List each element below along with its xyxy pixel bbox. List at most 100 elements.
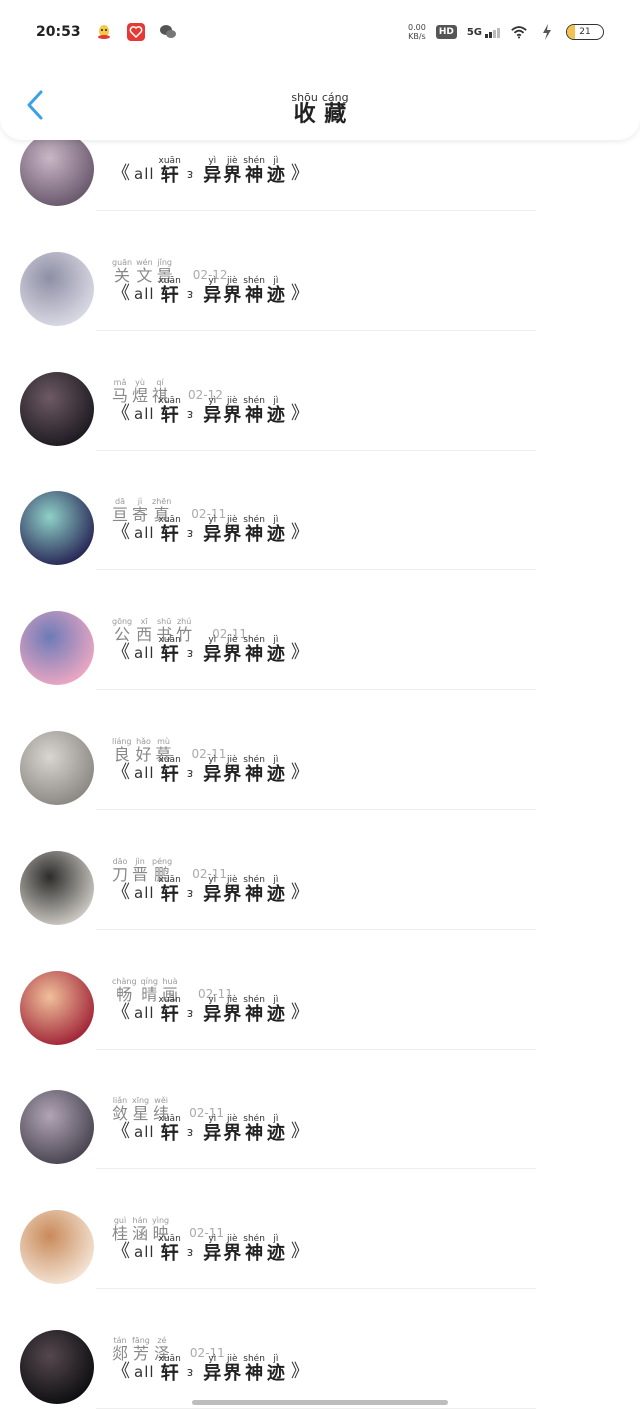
- favorite-item[interactable]: gōng 公 xī 西 shū 书 zhú 竹 02-11 《 all xuān 轩 ᴈ yì 异 jiè 界 sh…: [0, 569, 640, 691]
- book-title-char: yì 异: [203, 875, 221, 904]
- book-title-char: xuān 轩: [159, 875, 181, 904]
- hanzi-character: 轩: [160, 1363, 179, 1384]
- book-title-separator: ᴈ: [186, 1365, 194, 1379]
- favorite-item[interactable]: guān 关 wén 文 jǐng 景 02-12 《 all xuān 轩 ᴈ yì 异 jiè 界 shén…: [0, 210, 640, 331]
- book-title[interactable]: 《 all xuān 轩 ᴈ yì 异 jiè 界 shén 神 jì 迹》: [112, 1234, 309, 1263]
- book-title-separator: ᴈ: [186, 406, 194, 421]
- book-title-char: yì 异: [203, 755, 221, 784]
- book-title-latin: all: [134, 883, 155, 902]
- hanzi-character: 神: [245, 165, 264, 186]
- book-bracket-close: 》: [290, 282, 309, 304]
- hanzi-character: 迹: [266, 1243, 285, 1265]
- hanzi-character: 神: [245, 284, 264, 306]
- book-title-separator: ᴈ: [186, 646, 194, 661]
- avatar[interactable]: [20, 731, 94, 805]
- page-title: shōu 收 cáng 藏: [291, 92, 348, 126]
- book-title-separator: ᴈ: [186, 766, 194, 780]
- book-title-char: jiè 界: [223, 515, 241, 544]
- avatar[interactable]: [20, 251, 94, 326]
- hanzi-character: 轩: [160, 644, 179, 666]
- avatar[interactable]: [20, 132, 94, 206]
- book-bracket-open: 《: [112, 1241, 130, 1263]
- book-title[interactable]: 《 all xuān 轩 ᴈ yì 异 jiè 界 shén 神 jì 迹》: [112, 276, 309, 305]
- favorite-item[interactable]: mǎ 马 yù 煜 qí 祺 02-12 《 all xuān 轩 ᴈ yì 异 jiè 界 shén 神 jì 迹》: [0, 330, 640, 451]
- favorite-item[interactable]: dā 亘 jì 寄 zhēn 真 02-11 《 all xuān 轩 ᴈ yì 异 jiè 界 shén 神 jì…: [0, 449, 640, 571]
- status-bar: 20:53 0.00 KB/s HD 5G 21: [0, 0, 640, 64]
- book-title-latin: all: [134, 404, 155, 423]
- avatar[interactable]: [20, 1330, 94, 1404]
- book-title-char: shén 神: [243, 156, 265, 185]
- favorite-item[interactable]: dāo 刀 jìn 晋 péng 鹏 02-11 《 all xuān 轩 ᴈ yì 异 jiè 界 shén 神…: [0, 809, 640, 930]
- hanzi-character: 轩: [160, 883, 179, 905]
- book-bracket-open: 《: [112, 1361, 130, 1382]
- favorite-item[interactable]: tán 郯 fāng 芳 zé 泽 02-11 《 all xuān 轩 ᴈ yì 异 jiè 界 shén 神 j…: [0, 1288, 640, 1409]
- book-title-char: yì 异: [203, 1114, 221, 1143]
- book-title-separator: ᴈ: [186, 526, 194, 541]
- book-title-latin: all: [134, 644, 155, 663]
- avatar[interactable]: [20, 491, 94, 566]
- hanzi-character: 轩: [160, 284, 179, 306]
- book-bracket-close: 》: [290, 881, 309, 903]
- charging-icon: [538, 23, 556, 41]
- book-bracket-open: 《: [112, 762, 130, 783]
- book-title-char: jì 迹: [267, 875, 285, 904]
- book-title-char: jì 迹: [267, 515, 285, 544]
- avatar[interactable]: [20, 850, 94, 925]
- avatar[interactable]: [20, 1210, 94, 1285]
- avatar[interactable]: [20, 970, 94, 1045]
- net-speed-value: 0.00: [408, 23, 426, 32]
- book-title-char: jiè 界: [223, 1234, 241, 1263]
- book-bracket-close: 》: [290, 1121, 309, 1143]
- book-title-char: shén 神: [243, 755, 265, 784]
- book-title[interactable]: 《 all xuān 轩 ᴈ yì 异 jiè 界 shén 神 jì 迹》: [112, 875, 309, 904]
- hanzi-character: 异: [203, 1243, 222, 1265]
- favorite-item[interactable]: chàng 畅 qíng 晴 huà 画 02-11 《 all xuān 轩 ᴈ yì 异 jiè 界 shé…: [0, 929, 640, 1050]
- book-title-char: shén 神: [243, 995, 265, 1024]
- favorite-item[interactable]: guì 桂 hán 涵 yìng 映 02-11 《 all xuān 轩 ᴈ yì 异 jiè 界 shén 神…: [0, 1168, 640, 1290]
- book-title[interactable]: 《 all xuān 轩 ᴈ yì 异 jiè 界 shén 神 jì 迹》: [112, 156, 309, 185]
- book-title-char: xuān 轩: [159, 276, 181, 305]
- avatar[interactable]: [20, 371, 94, 446]
- book-bracket-close: 》: [290, 522, 309, 544]
- book-title-char: shén 神: [243, 396, 265, 425]
- book-title[interactable]: 《 all xuān 轩 ᴈ yì 异 jiè 界 shén 神 jì 迹》: [112, 515, 309, 544]
- hanzi-character: 迹: [266, 284, 285, 306]
- home-indicator[interactable]: [192, 1400, 448, 1405]
- hanzi-character: 神: [245, 524, 264, 546]
- book-title-char: jì 迹: [267, 1354, 285, 1383]
- book-title-char: xuān 轩: [159, 1354, 181, 1383]
- book-title[interactable]: 《 all xuān 轩 ᴈ yì 异 jiè 界 shén 神 jì 迹》: [112, 1354, 309, 1383]
- avatar[interactable]: [20, 1090, 94, 1165]
- book-title[interactable]: 《 all xuān 轩 ᴈ yì 异 jiè 界 shén 神 jì 迹》: [112, 635, 309, 664]
- hanzi-character: 界: [223, 1243, 242, 1265]
- book-bracket-close: 》: [290, 1241, 309, 1263]
- hanzi-character: 异: [203, 1123, 222, 1145]
- book-title[interactable]: 《 all xuān 轩 ᴈ yì 异 jiè 界 shén 神 jì 迹》: [112, 755, 309, 784]
- hanzi-character: 界: [223, 883, 242, 905]
- book-title[interactable]: 《 all xuān 轩 ᴈ yì 异 jiè 界 shén 神 jì 迹》: [112, 396, 309, 425]
- book-title-char: shén 神: [243, 515, 265, 544]
- avatar[interactable]: [20, 611, 94, 686]
- book-title-separator: ᴈ: [186, 1125, 194, 1140]
- book-title-separator: ᴈ: [186, 1245, 194, 1260]
- book-bracket-open: 《: [112, 402, 130, 424]
- book-title[interactable]: 《 all xuān 轩 ᴈ yì 异 jiè 界 shén 神 jì 迹》: [112, 995, 309, 1024]
- book-title[interactable]: 《 all xuān 轩 ᴈ yì 异 jiè 界 shén 神 jì 迹》: [112, 1114, 309, 1143]
- title-char: cáng 藏: [322, 92, 349, 126]
- book-bracket-close: 》: [290, 1001, 309, 1023]
- hanzi-character: 异: [203, 644, 222, 666]
- favorite-item[interactable]: liáng 良 hǎo 好 mù 慕 02-11 《 all xuān 轩 ᴈ yì 异 jiè 界 shén 神…: [0, 689, 640, 810]
- hanzi-character: 迹: [266, 1123, 285, 1145]
- hanzi-character: 异: [203, 764, 222, 785]
- hanzi-character: 迹: [266, 404, 285, 426]
- book-title-char: shén 神: [243, 1114, 265, 1143]
- book-title-separator: ᴈ: [186, 885, 194, 900]
- net-speed-unit: KB/s: [408, 32, 426, 41]
- wifi-icon: [510, 23, 528, 41]
- book-title-latin: all: [134, 524, 155, 543]
- hanzi-character: 界: [223, 1363, 242, 1384]
- book-title-char: shén 神: [243, 1354, 265, 1383]
- book-title-char: yì 异: [203, 276, 221, 305]
- book-title-char: xuān 轩: [159, 635, 181, 664]
- favorite-item[interactable]: liǎn 敛 xīng 星 wěi 纬 02-11 《 all xuān 轩 ᴈ yì 异 jiè 界 shén…: [0, 1048, 640, 1170]
